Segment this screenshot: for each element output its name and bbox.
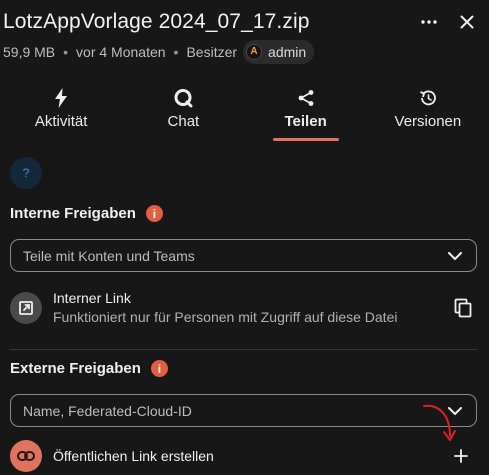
file-modified: vor 4 Monaten xyxy=(76,44,166,60)
add-public-link-button[interactable] xyxy=(451,446,471,466)
chevron-down-icon xyxy=(446,247,464,265)
tab-label: Versionen xyxy=(394,113,462,130)
info-icon[interactable]: i xyxy=(150,360,168,377)
external-share-search[interactable]: Name, Federated-Cloud-ID xyxy=(10,394,477,427)
internal-link-subtitle: Funktioniert nur für Personen mit Zugrif… xyxy=(53,309,398,325)
internal-link-row: Interner Link Funktioniert nur für Perso… xyxy=(10,289,477,327)
close-icon[interactable] xyxy=(453,8,481,36)
annotation-arrow xyxy=(423,404,456,441)
tab-activity[interactable]: Aktivität xyxy=(0,78,122,142)
info-icon[interactable]: i xyxy=(145,205,163,222)
section-title-text: Interne Freigaben xyxy=(10,205,136,222)
help-button[interactable]: ? xyxy=(10,157,42,189)
link-icon xyxy=(10,440,42,472)
internal-link-text: Interner Link Funktioniert nur für Perso… xyxy=(53,289,449,327)
tab-versions[interactable]: Versionen xyxy=(367,78,489,142)
copy-icon[interactable] xyxy=(449,294,477,322)
chat-bubble-icon xyxy=(173,87,193,109)
external-shares-title: Externe Freigaben i xyxy=(10,360,168,377)
public-link-label: Öffentlichen Link erstellen xyxy=(53,448,214,464)
internal-share-search-placeholder: Teile mit Konten und Teams xyxy=(23,247,195,264)
tab-bar: Aktivität Chat Teilen Versionen xyxy=(0,78,489,142)
plus-icon xyxy=(454,449,468,463)
file-title: LotzAppVorlage 2024_07_17.zip xyxy=(3,10,310,33)
tab-label: Teilen xyxy=(284,113,327,130)
file-meta: 59,9 MB • vor 4 Monaten • Besitzer A adm… xyxy=(3,40,315,64)
tab-chat[interactable]: Chat xyxy=(122,78,244,142)
top-actions xyxy=(415,8,481,36)
tab-label: Aktivität xyxy=(34,113,88,130)
section-title-text: Externe Freigaben xyxy=(10,360,141,377)
tab-label: Chat xyxy=(167,113,200,130)
separator-dot: • xyxy=(173,44,179,60)
internal-shares-title: Interne Freigaben i xyxy=(10,205,163,222)
file-size: 59,9 MB xyxy=(3,44,56,60)
owner-label: Besitzer xyxy=(186,44,238,60)
external-share-search-placeholder: Name, Federated-Cloud-ID xyxy=(23,402,192,419)
public-link-row[interactable]: Öffentlichen Link erstellen xyxy=(10,440,477,472)
more-horizontal-icon[interactable] xyxy=(415,8,443,36)
external-link-icon xyxy=(10,292,42,324)
header: LotzAppVorlage 2024_07_17.zip xyxy=(3,6,479,38)
owner-avatar: A xyxy=(246,44,263,60)
owner-name: admin xyxy=(268,44,307,60)
share-icon xyxy=(297,87,315,109)
internal-share-search[interactable]: Teile mit Konten und Teams xyxy=(10,239,477,272)
public-link-text: Öffentlichen Link erstellen xyxy=(53,447,477,465)
tab-share[interactable]: Teilen xyxy=(245,78,367,142)
separator-dot: • xyxy=(63,44,69,60)
internal-link-title: Interner Link xyxy=(53,290,131,306)
section-divider xyxy=(10,349,477,350)
history-icon xyxy=(418,87,438,109)
owner-chip[interactable]: A admin xyxy=(243,40,315,64)
lightning-icon xyxy=(54,87,68,109)
